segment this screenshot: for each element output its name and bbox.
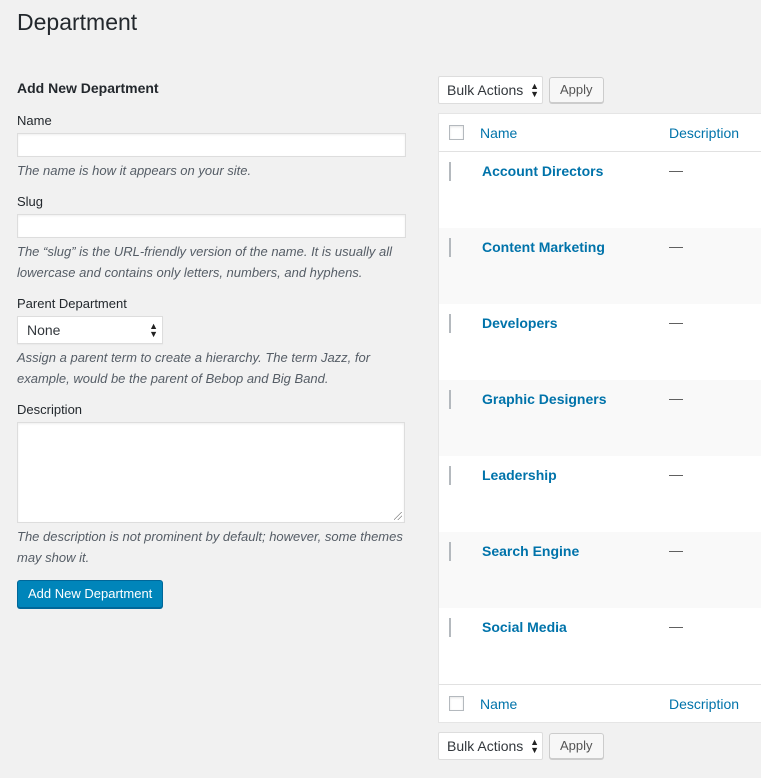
departments-table: Name Description Account Directors — Con… [438, 113, 761, 723]
column-footer-name[interactable]: Name [480, 696, 669, 712]
row-checkbox[interactable] [449, 314, 451, 333]
table-row: Graphic Designers — [439, 380, 761, 456]
table-row: Developers — [439, 304, 761, 380]
row-name-link[interactable]: Developers [482, 304, 669, 332]
row-name-link[interactable]: Social Media [482, 608, 669, 636]
row-description: — [669, 466, 683, 482]
bulk-actions-label: Bulk Actions [447, 82, 524, 98]
table-row: Search Engine — [439, 532, 761, 608]
up-down-arrows-icon: ▲ ▼ [530, 737, 539, 755]
table-header: Name Description [439, 114, 761, 152]
row-checkbox[interactable] [449, 542, 451, 561]
add-new-department-button[interactable]: Add New Department [17, 580, 164, 608]
row-checkbox[interactable] [449, 238, 451, 257]
department-list: Bulk Actions ▲ ▼ Apply Name Description A… [438, 76, 761, 760]
parent-field-group: Parent Department None ▲ ▼ Assign a paren… [17, 295, 421, 389]
row-description: — [669, 542, 683, 558]
parent-label: Parent Department [17, 296, 127, 311]
row-name-link[interactable]: Account Directors [482, 152, 669, 180]
row-description: — [669, 238, 683, 254]
table-row: Social Media — [439, 608, 761, 684]
name-help: The name is how it appears on your site. [17, 163, 252, 178]
apply-button-top[interactable]: Apply [549, 77, 604, 103]
tablenav-bottom: Bulk Actions ▲ ▼ Apply [438, 732, 761, 760]
up-down-arrows-icon: ▲ ▼ [530, 81, 539, 99]
tablenav-top: Bulk Actions ▲ ▼ Apply [438, 76, 761, 104]
name-field-group: Name The name is how it appears on your … [17, 112, 421, 181]
slug-field-group: Slug The “slug” is the URL-friendly vers… [17, 193, 421, 283]
row-description: — [669, 314, 683, 330]
row-name-link[interactable]: Content Marketing [482, 228, 669, 256]
resize-grip-icon[interactable] [394, 512, 402, 520]
row-description: — [669, 390, 683, 406]
select-all-checkbox-footer[interactable] [449, 696, 464, 711]
description-label: Description [17, 402, 83, 417]
bulk-actions-select-top[interactable]: Bulk Actions ▲ ▼ [438, 76, 543, 104]
bulk-actions-select-bottom[interactable]: Bulk Actions ▲ ▼ [438, 732, 543, 760]
row-checkbox[interactable] [449, 466, 451, 485]
parent-help: Assign a parent term to create a hierarc… [17, 350, 371, 386]
table-row: Content Marketing — [439, 228, 761, 304]
column-header-name[interactable]: Name [480, 125, 669, 141]
select-all-cell [439, 125, 480, 140]
table-row: Account Directors — [439, 152, 761, 228]
apply-button-bottom[interactable]: Apply [549, 733, 604, 759]
description-help: The description is not prominent by defa… [17, 529, 403, 565]
select-all-cell-footer [439, 696, 480, 711]
select-all-checkbox[interactable] [449, 125, 464, 140]
row-description: — [669, 618, 683, 634]
name-input[interactable] [17, 133, 406, 157]
bulk-actions-label: Bulk Actions [447, 738, 524, 754]
slug-help: The “slug” is the URL-friendly version o… [17, 244, 392, 280]
column-footer-description[interactable]: Description [669, 696, 739, 712]
up-down-arrows-icon: ▲ ▼ [149, 321, 158, 339]
page-title: Department [17, 9, 138, 35]
description-field-group: Description The description is not promi… [17, 401, 421, 568]
row-description: — [669, 162, 683, 178]
table-row: Leadership — [439, 456, 761, 532]
slug-label: Slug [17, 194, 44, 209]
slug-input[interactable] [17, 214, 406, 238]
name-label: Name [17, 113, 52, 128]
description-textarea[interactable] [17, 422, 405, 523]
row-checkbox[interactable] [449, 390, 451, 409]
add-department-form: Add New Department Name The name is how … [17, 78, 421, 608]
table-footer: Name Description [439, 684, 761, 722]
parent-selected-value: None [27, 322, 61, 338]
row-checkbox[interactable] [449, 162, 451, 181]
row-name-link[interactable]: Search Engine [482, 532, 669, 560]
form-heading: Add New Department [17, 80, 159, 96]
column-header-description[interactable]: Description [669, 125, 739, 141]
row-checkbox[interactable] [449, 618, 451, 637]
row-name-link[interactable]: Leadership [482, 456, 669, 484]
parent-department-select[interactable]: None ▲ ▼ [17, 316, 163, 344]
row-name-link[interactable]: Graphic Designers [482, 380, 669, 408]
